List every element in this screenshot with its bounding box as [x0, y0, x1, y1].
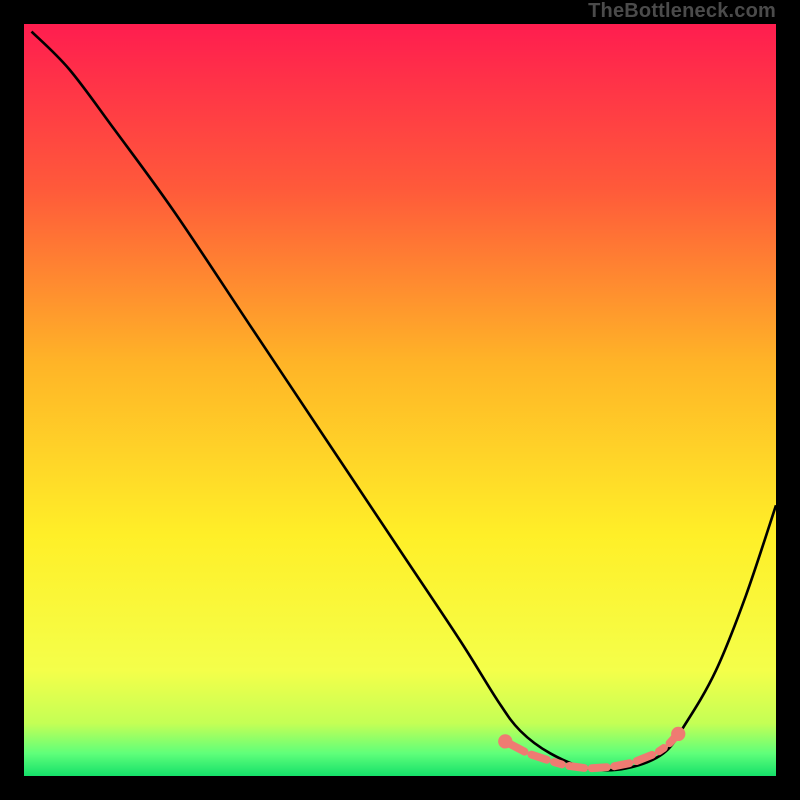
marker-segment: [614, 763, 629, 766]
marker-endpoint: [498, 734, 512, 748]
bottleneck-chart: [24, 24, 776, 776]
marker-segment: [592, 767, 607, 768]
watermark-text: TheBottleneck.com: [588, 0, 776, 23]
marker-segment: [554, 762, 562, 764]
marker-segment: [531, 755, 546, 760]
chart-frame: [24, 24, 776, 776]
marker-segment: [569, 766, 584, 768]
marker-segment: [659, 748, 664, 751]
marker-endpoint: [671, 727, 685, 741]
chart-background: [24, 24, 776, 776]
